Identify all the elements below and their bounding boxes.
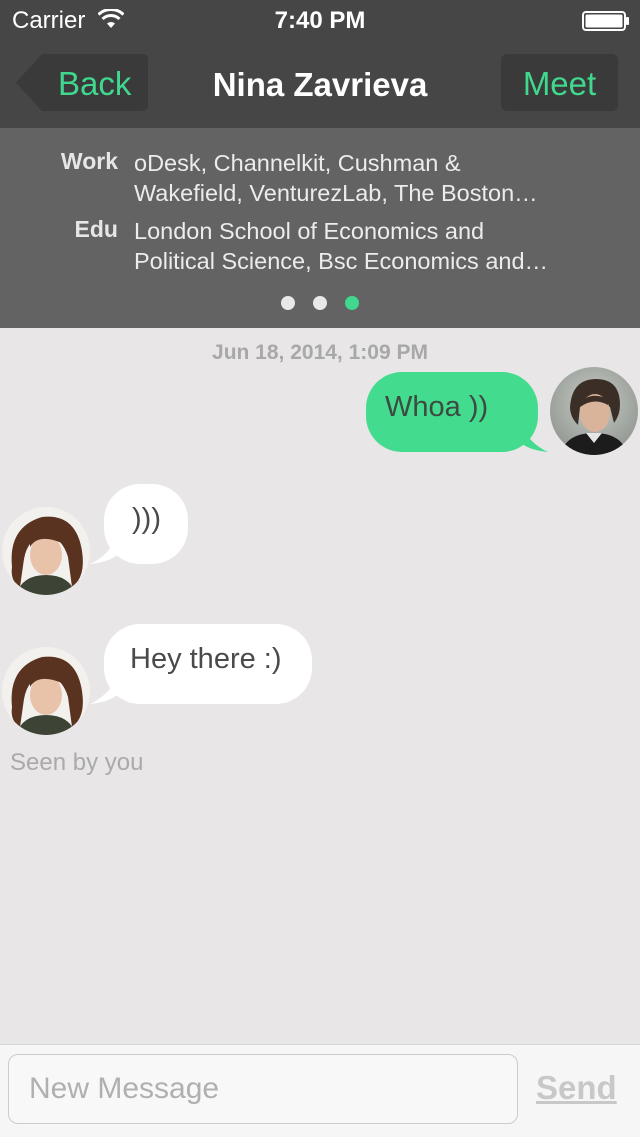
edu-value: London School of Economics and Political… (134, 216, 584, 276)
my-avatar[interactable] (550, 367, 638, 455)
back-label: Back (58, 65, 132, 102)
send-button[interactable]: Send (536, 1069, 617, 1107)
message-timestamp: Jun 18, 2014, 1:09 PM (212, 341, 428, 364)
bubble-tail (520, 424, 548, 452)
message-text: ))) (132, 503, 161, 535)
incoming-message-bubble[interactable]: Hey there :) (104, 624, 312, 704)
work-value-line: oDesk, Channelkit, Cushman & (134, 150, 461, 176)
edu-key: Edu (74, 216, 118, 242)
clock: 7:40 PM (274, 7, 366, 34)
page-indicator[interactable] (0, 296, 640, 315)
contact-avatar[interactable] (2, 647, 90, 735)
battery-icon (582, 11, 630, 31)
message-text: Hey there :) (130, 643, 282, 675)
work-key: Work (60, 148, 118, 174)
page-dot[interactable] (313, 296, 327, 310)
contact-avatar[interactable] (2, 507, 90, 595)
meet-button[interactable]: Meet (501, 54, 618, 111)
message-input[interactable] (8, 1054, 518, 1124)
back-button[interactable]: Back (16, 54, 148, 111)
edu-value-line: Political Science, Bsc Economics and… (134, 248, 549, 274)
edu-value-line: London School of Economics and (134, 218, 485, 244)
message-composer: Send (0, 1044, 640, 1137)
work-value: oDesk, Channelkit, Cushman & Wakefield, … (134, 148, 584, 208)
status-bar: Carrier 7:40 PM (0, 0, 640, 40)
page-dot[interactable] (281, 296, 295, 310)
message-text: Whoa )) (385, 391, 489, 423)
incoming-message-bubble[interactable]: ))) (104, 484, 188, 564)
page-dot-active[interactable] (345, 296, 359, 310)
navigation-bar: Back Nina Zavrieva Meet (0, 40, 640, 128)
page-title: Nina Zavrieva (212, 66, 428, 103)
outgoing-message-bubble[interactable]: Whoa )) (366, 372, 538, 452)
profile-info-panel[interactable]: Work oDesk, Channelkit, Cushman & Wakefi… (0, 128, 640, 328)
seen-receipt: Seen by you (10, 749, 144, 776)
meet-label: Meet (522, 65, 597, 102)
work-value-line: Wakefield, VenturezLab, The Boston… (134, 180, 538, 206)
